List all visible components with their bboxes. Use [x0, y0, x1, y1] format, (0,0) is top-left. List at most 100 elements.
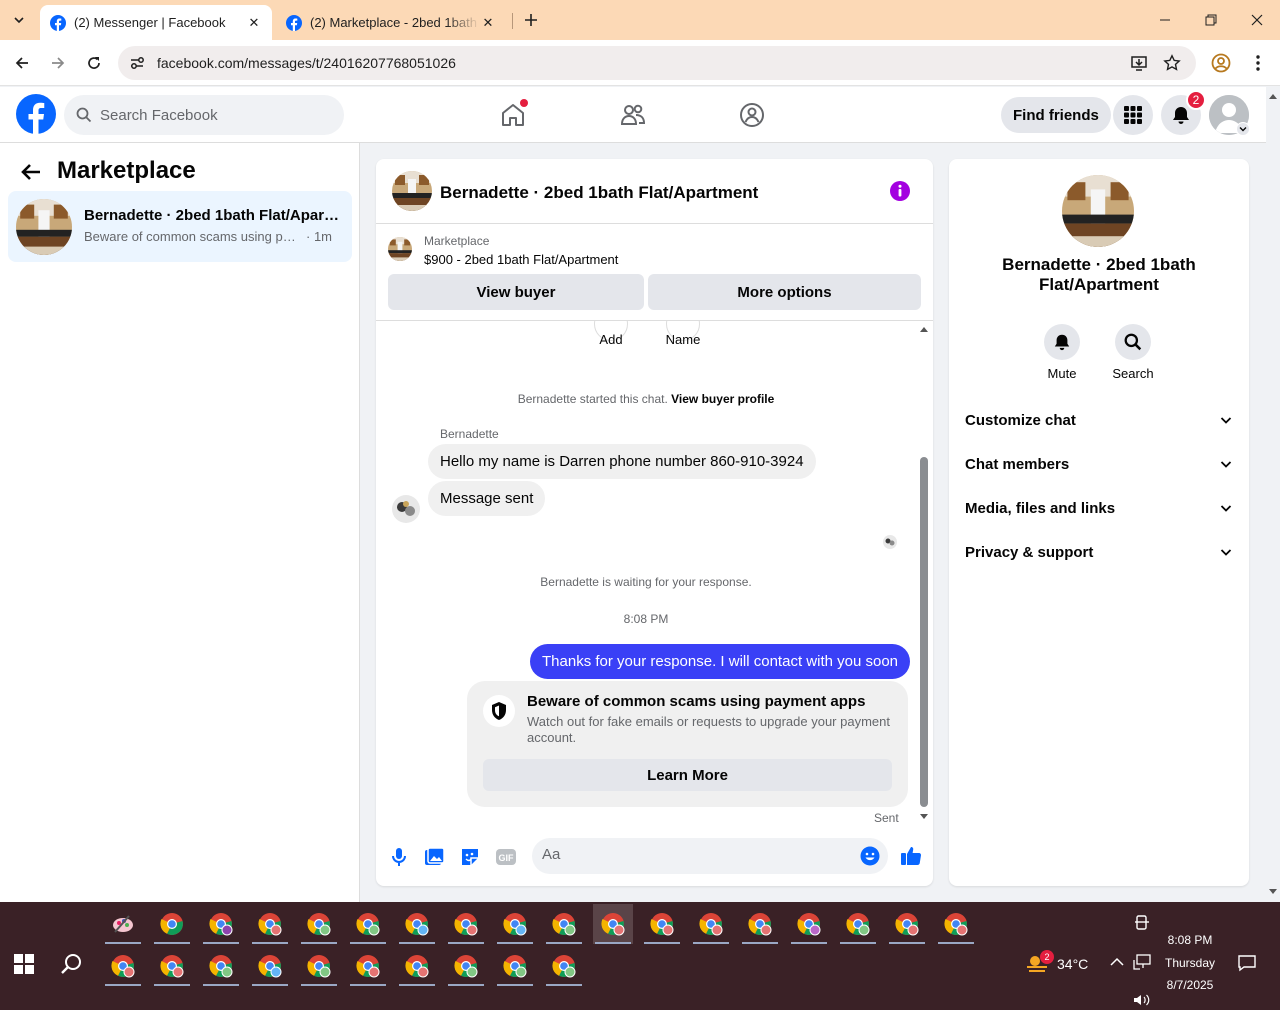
find-friends-button[interactable]: Find friends — [1001, 97, 1111, 133]
arrow-left-icon[interactable] — [20, 161, 42, 183]
chat-title[interactable]: Bernadette · 2bed 1bath Flat/Apartment — [440, 183, 758, 203]
chrome-profile-app-icon[interactable] — [103, 946, 143, 986]
chrome-profile-app-icon[interactable] — [201, 904, 241, 944]
chrome-profile-app-icon[interactable] — [593, 904, 633, 944]
chrome-profile-app-icon[interactable] — [250, 946, 290, 986]
minimize-button[interactable] — [1142, 0, 1188, 40]
info-icon[interactable] — [890, 181, 910, 201]
conversation-item[interactable]: Bernadette · 2bed 1bath Flat/Apartment B… — [8, 191, 352, 262]
page-scrollbar[interactable] — [1266, 87, 1280, 902]
nav-home[interactable] — [497, 99, 529, 131]
privacy-support-section[interactable]: Privacy & support — [965, 532, 1233, 572]
tab-close-icon[interactable]: ✕ — [480, 15, 496, 31]
incoming-message[interactable]: Message sent — [428, 481, 546, 516]
chrome-profile-app-icon[interactable] — [544, 904, 584, 944]
incoming-message[interactable]: Hello my name is Darren phone number 860… — [428, 444, 816, 479]
site-settings-icon[interactable] — [128, 54, 146, 72]
chrome-profile-app-icon[interactable] — [152, 904, 192, 944]
view-buyer-profile-link[interactable]: View buyer profile — [671, 392, 774, 406]
temperature[interactable]: 34°C — [1057, 956, 1088, 972]
listing-price-title[interactable]: $900 - 2bed 1bath Flat/Apartment — [424, 252, 618, 267]
chrome-profile-app-icon[interactable] — [397, 904, 437, 944]
chrome-profile-app-icon[interactable] — [201, 946, 241, 986]
account-menu-chevron[interactable] — [1236, 122, 1250, 136]
details-avatar[interactable] — [1062, 175, 1134, 247]
tab-messenger[interactable]: (2) Messenger | Facebook ✕ — [40, 5, 272, 40]
add-label[interactable]: Add — [581, 332, 641, 347]
gif-icon[interactable]: GIF — [495, 846, 517, 868]
tab-close-icon[interactable]: ✕ — [246, 15, 262, 31]
notification-center-icon[interactable] — [1238, 954, 1256, 972]
emoji-icon[interactable] — [860, 846, 880, 866]
learn-more-button[interactable]: Learn More — [483, 759, 892, 791]
nav-friends[interactable] — [617, 99, 649, 131]
outgoing-message[interactable]: Thanks for your response. I will contact… — [530, 644, 911, 679]
facebook-search[interactable] — [64, 95, 344, 135]
chrome-profile-app-icon[interactable] — [348, 904, 388, 944]
chrome-profile-app-icon[interactable] — [495, 904, 535, 944]
scrollbar-thumb[interactable] — [920, 457, 928, 807]
customize-chat-section[interactable]: Customize chat — [965, 400, 1233, 440]
chevron-up-icon[interactable] — [1110, 957, 1124, 967]
photo-icon[interactable] — [423, 846, 445, 868]
search-icon[interactable] — [1115, 324, 1151, 360]
media-files-section[interactable]: Media, files and links — [965, 488, 1233, 528]
bell-icon[interactable] — [1044, 324, 1080, 360]
chrome-profile-app-icon[interactable] — [789, 904, 829, 944]
volume-icon[interactable] — [1133, 993, 1151, 1007]
browser-menu-button[interactable] — [1247, 52, 1269, 74]
search-action[interactable]: Search — [1103, 324, 1163, 381]
facebook-logo-icon[interactable] — [16, 94, 56, 134]
tab-search-button[interactable] — [6, 8, 32, 32]
bookmark-star-icon[interactable] — [1163, 54, 1181, 72]
sender-avatar[interactable] — [392, 495, 420, 523]
mute-action[interactable]: Mute — [1032, 324, 1092, 381]
clock-date[interactable]: 8/7/2025 — [1160, 978, 1220, 992]
nav-groups[interactable] — [736, 99, 768, 131]
address-bar[interactable]: facebook.com/messages/t/2401620776805102… — [118, 46, 1196, 80]
chrome-profile-app-icon[interactable] — [838, 904, 878, 944]
close-window-button[interactable] — [1234, 0, 1280, 40]
view-buyer-button[interactable]: View buyer — [388, 274, 644, 310]
chrome-profile-app-icon[interactable] — [299, 904, 339, 944]
chrome-profile-app-icon[interactable] — [397, 946, 437, 986]
chat-avatar[interactable] — [392, 171, 432, 211]
network-icon[interactable] — [1133, 954, 1151, 970]
forward-button[interactable] — [47, 52, 69, 74]
chrome-profile-app-icon[interactable] — [446, 904, 486, 944]
restore-button[interactable] — [1188, 0, 1234, 40]
search-icon[interactable] — [60, 952, 84, 976]
install-app-icon[interactable] — [1130, 54, 1148, 72]
clock-time[interactable]: 8:08 PM — [1160, 933, 1220, 947]
chrome-profile-app-icon[interactable] — [348, 946, 388, 986]
new-tab-button[interactable] — [520, 9, 542, 31]
menu-button[interactable] — [1113, 95, 1153, 135]
search-input[interactable] — [100, 106, 320, 124]
message-input-box[interactable] — [532, 838, 888, 874]
chrome-profile-app-icon[interactable] — [936, 904, 976, 944]
chrome-profile-app-icon[interactable] — [299, 946, 339, 986]
back-button[interactable] — [11, 52, 33, 74]
chrome-profile-app-icon[interactable] — [740, 904, 780, 944]
paint-app-icon[interactable] — [103, 904, 143, 944]
name-label[interactable]: Name — [653, 332, 713, 347]
chrome-profile-app-icon[interactable] — [887, 904, 927, 944]
profile-button[interactable] — [1210, 52, 1232, 74]
chrome-profile-app-icon[interactable] — [495, 946, 535, 986]
chrome-profile-app-icon[interactable] — [642, 904, 682, 944]
more-options-button[interactable]: More options — [648, 274, 921, 310]
reload-button[interactable] — [83, 52, 105, 74]
chrome-profile-app-icon[interactable] — [691, 904, 731, 944]
listing-thumbnail[interactable] — [388, 237, 412, 261]
chrome-profile-app-icon[interactable] — [446, 946, 486, 986]
chat-members-section[interactable]: Chat members — [965, 444, 1233, 484]
sticker-icon[interactable] — [459, 846, 481, 868]
windows-start-icon[interactable] — [14, 954, 34, 974]
tab-marketplace[interactable]: (2) Marketplace - 2bed 1bath Fl ✕ — [276, 5, 506, 40]
message-scrollbar[interactable] — [917, 321, 931, 826]
clock-day[interactable]: Thursday — [1160, 956, 1220, 970]
chrome-profile-app-icon[interactable] — [152, 946, 192, 986]
url-text[interactable]: facebook.com/messages/t/2401620776805102… — [157, 55, 456, 71]
chrome-profile-app-icon[interactable] — [544, 946, 584, 986]
message-input[interactable] — [542, 846, 842, 863]
